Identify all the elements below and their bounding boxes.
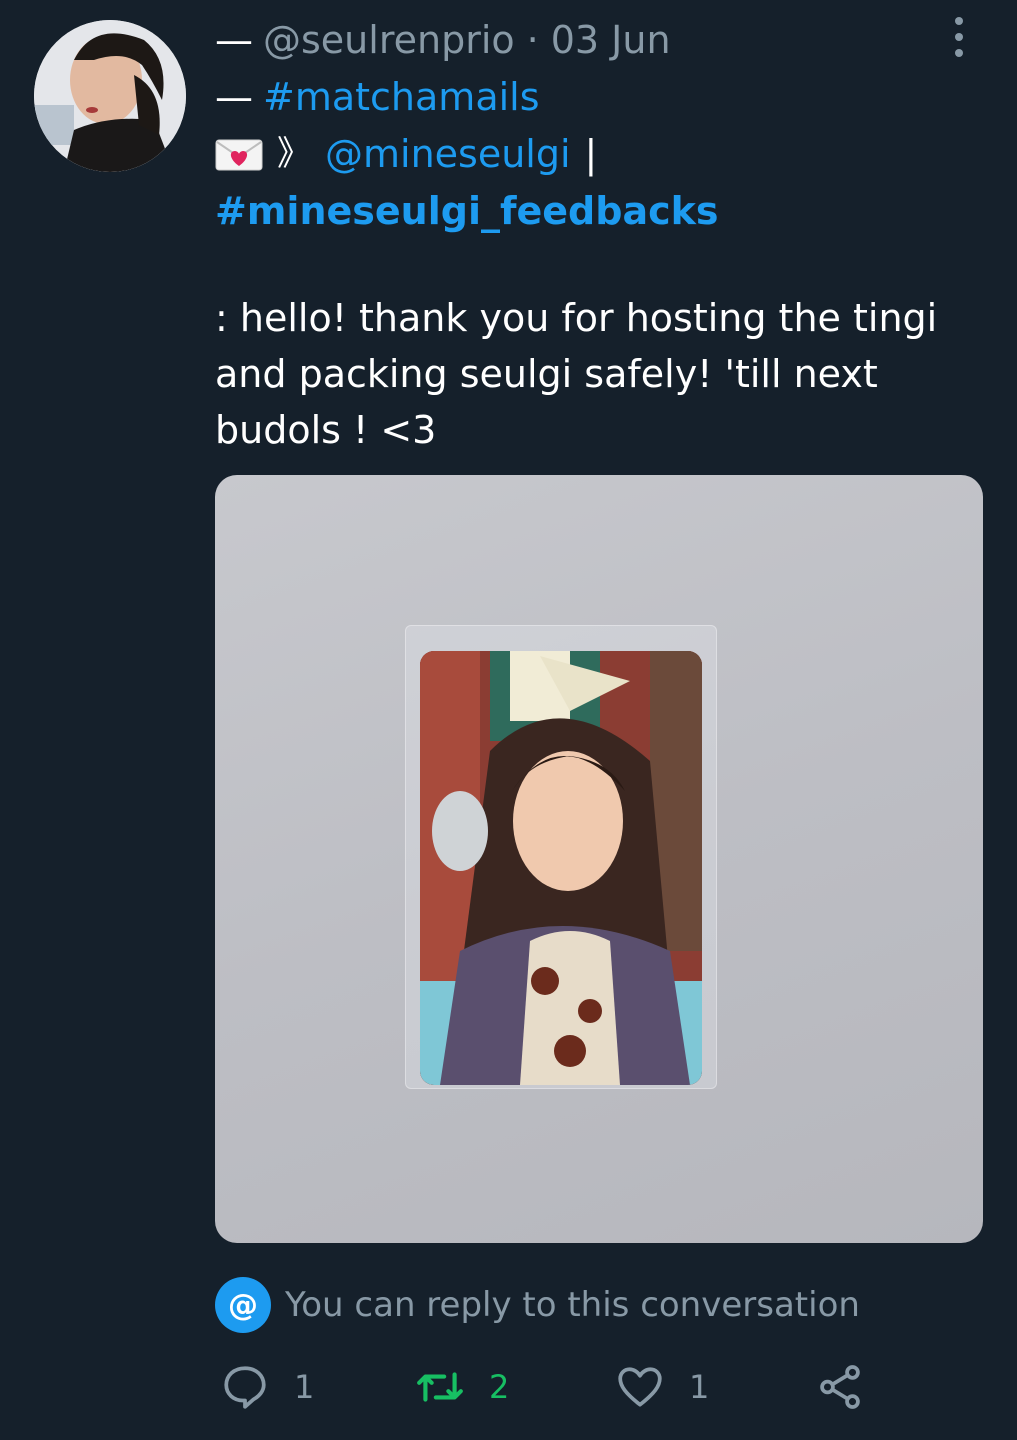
reply-count: 1 (294, 1368, 315, 1406)
photocard-image (420, 651, 702, 1085)
hashtag-mineseulgi-feedbacks[interactable]: #mineseulgi_feedbacks (215, 189, 719, 233)
like-button[interactable]: 1 (615, 1362, 709, 1412)
hashtag-line: — #matchamails (215, 69, 935, 126)
reply-permission-hint: @ You can reply to this conversation (215, 1277, 860, 1333)
mention-line: 》 @mineseulgi | (215, 126, 935, 183)
author-handle[interactable]: @seulrenprio (263, 12, 515, 69)
separator-dot: · (526, 18, 539, 62)
heart-icon (618, 1367, 662, 1407)
tweet-actions: 1 2 1 (215, 1362, 875, 1418)
share-button[interactable] (815, 1362, 889, 1412)
reply-hint-text: You can reply to this conversation (285, 1285, 860, 1325)
retweet-count: 2 (489, 1368, 510, 1406)
dash: — (215, 75, 253, 119)
tweet-date[interactable]: 03 Jun (551, 12, 671, 69)
reply-button[interactable]: 1 (220, 1362, 314, 1412)
retweet-button[interactable]: 2 (415, 1362, 509, 1412)
dash: — (215, 18, 253, 62)
mention-mineseulgi[interactable]: @mineseulgi (325, 126, 571, 183)
hashtag-feedbacks-line: #mineseulgi_feedbacks (215, 183, 935, 240)
share-icon (820, 1365, 860, 1409)
tweet-text: : hello! thank you for hosting the tingi… (215, 296, 938, 452)
avatar-image (34, 20, 186, 172)
at-sign-icon: @ (215, 1277, 271, 1333)
like-count: 1 (689, 1368, 710, 1406)
reply-icon (224, 1366, 266, 1409)
avatar[interactable] (34, 20, 186, 172)
pipe-divider: | (584, 132, 598, 176)
retweet-icon (417, 1372, 463, 1402)
tweet-header: — @seulrenprio · 03 Jun — #matchamails 》… (215, 12, 935, 240)
more-options-icon[interactable] (951, 17, 967, 57)
hashtag-matchamails[interactable]: #matchamails (263, 69, 540, 126)
tweet-media-photo[interactable] (215, 475, 983, 1243)
author-line: — @seulrenprio · 03 Jun (215, 12, 935, 69)
arrow-glyph: 》 (277, 134, 311, 174)
love-letter-icon (215, 139, 263, 170)
